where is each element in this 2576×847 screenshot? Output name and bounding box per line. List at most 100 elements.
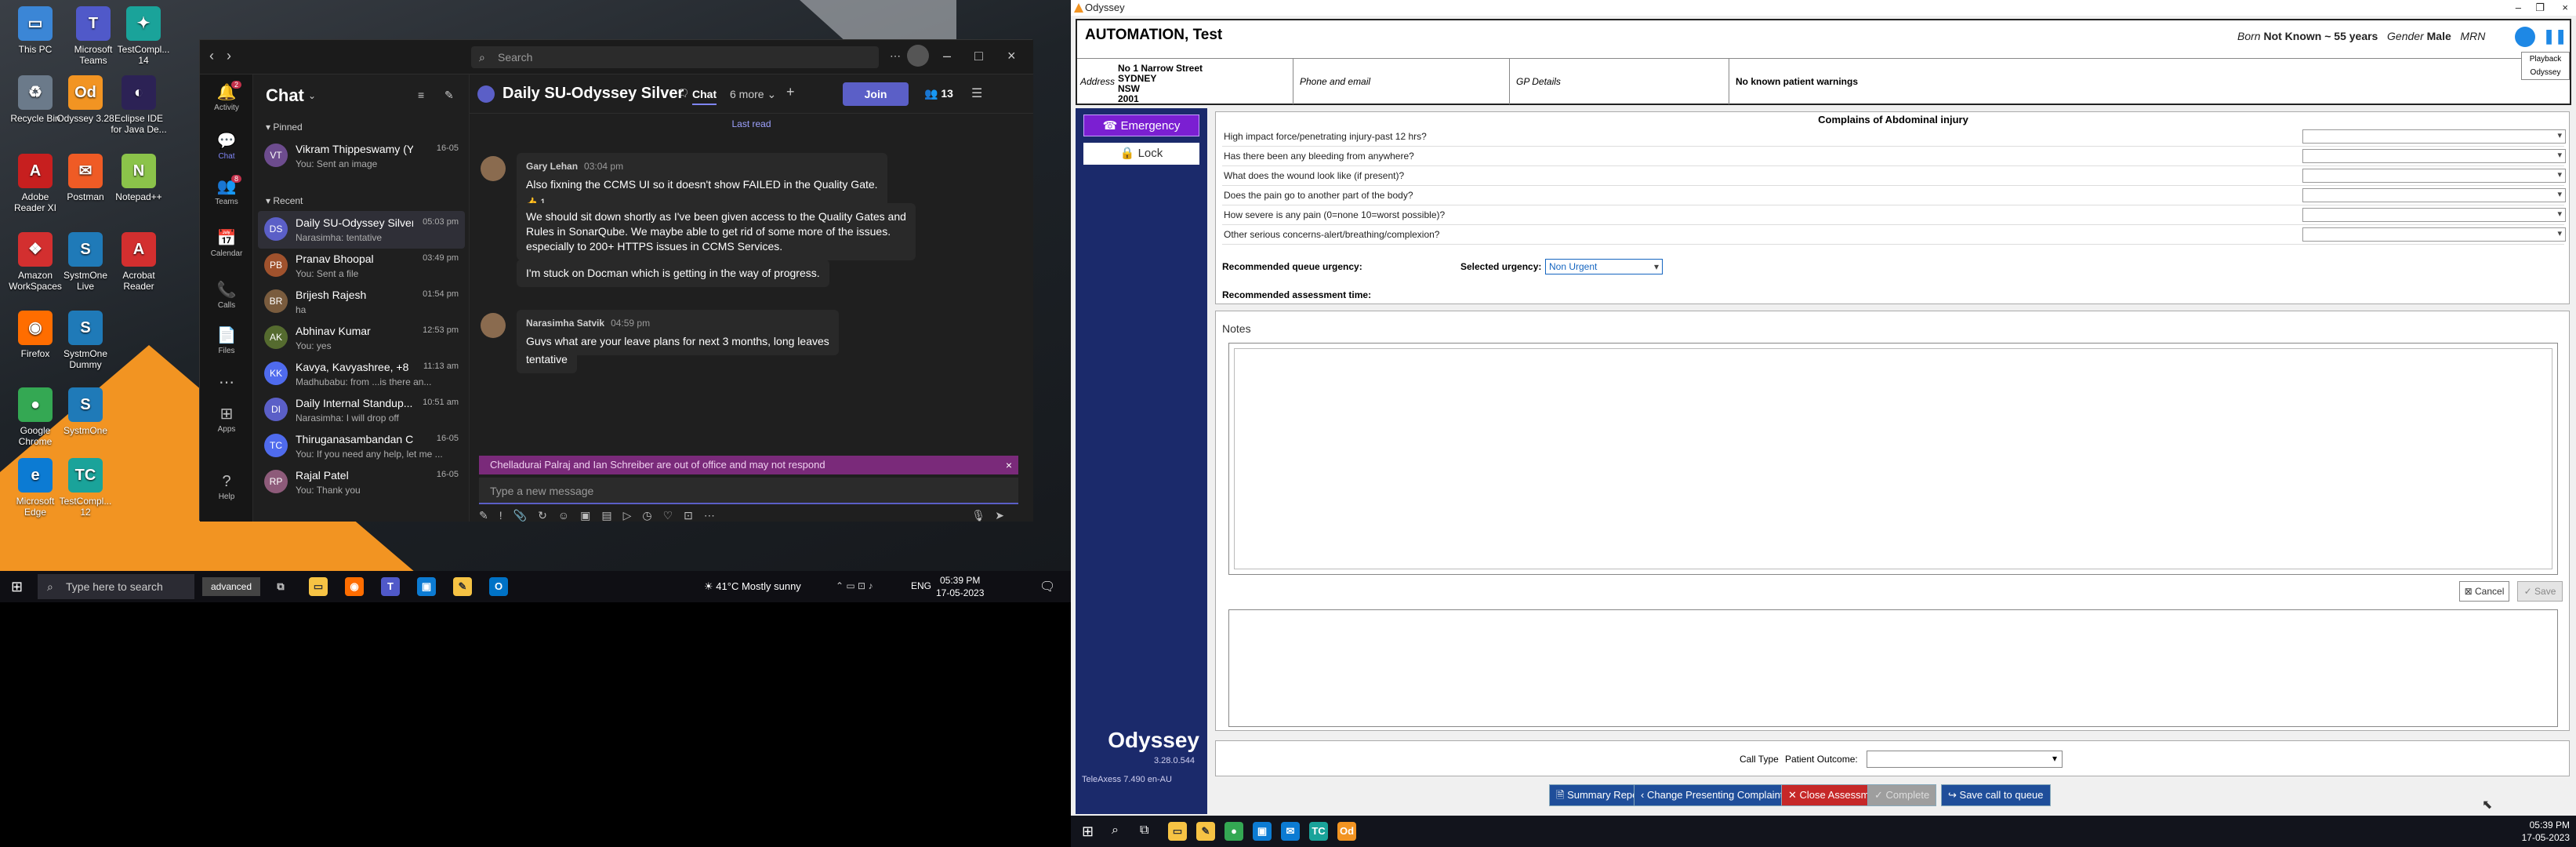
desktop-icon[interactable]: A Acrobat Reader <box>110 232 168 292</box>
cancel-button[interactable]: ⊠ Cancel <box>2459 581 2509 602</box>
language-indicator[interactable]: ENG <box>911 580 931 591</box>
filter-icon[interactable]: ≡ <box>418 89 424 101</box>
task-view-icon[interactable]: ⧉ <box>271 577 290 596</box>
minimize-icon[interactable]: – <box>2516 0 2521 16</box>
taskbar-search-input[interactable]: ⌕ Type here to search <box>38 574 194 599</box>
patient-outcome-dropdown[interactable] <box>1867 751 2063 768</box>
pinned-heading[interactable]: ▾ Pinned <box>266 122 303 133</box>
chat-list-item[interactable]: PB Pranav Bhoopal You: Sent a file 03:49 pm <box>258 247 465 285</box>
task-view-icon[interactable]: ⧉ <box>1140 823 1148 838</box>
chat-list-item[interactable]: AK Abhinav Kumar You: yes 12:53 pm <box>258 319 465 357</box>
desktop-icon[interactable]: S SystmOne <box>56 387 114 436</box>
new-chat-icon[interactable]: ✎ <box>444 89 454 102</box>
save-button[interactable]: ✓ Save <box>2517 581 2563 602</box>
change-complaint-button[interactable]: ‹ Change Presenting Complaint <box>1634 784 1791 806</box>
rail-item[interactable]: 📄 Files <box>200 325 253 355</box>
rail-item[interactable]: 📞 Calls <box>200 280 253 310</box>
desktop-icon[interactable]: ♻ Recycle Bin <box>6 75 64 124</box>
notification-icon[interactable]: 🗨 <box>1039 579 1055 594</box>
notes-app-icon[interactable]: ✎ <box>1196 822 1215 841</box>
weather-widget[interactable]: ☀ 41°C Mostly sunny <box>704 580 801 593</box>
chevron-down-icon[interactable]: ⌄ <box>308 90 316 101</box>
chat-list-item[interactable]: RP Rajal Patel You: Thank you 16-05 <box>258 463 465 501</box>
taskbar-clock[interactable]: 05:39 PM 17-05-2023 <box>2522 819 2570 844</box>
chat-list-item[interactable]: KK Kavya, Kavyashree, +8 Madhubabu: from .… <box>258 355 465 393</box>
forward-icon[interactable]: › <box>227 48 231 64</box>
desktop-icon[interactable]: e Microsoft Edge <box>6 458 64 518</box>
complete-button[interactable]: ✓ Complete <box>1867 784 1937 806</box>
teams-icon[interactable]: T <box>381 577 400 596</box>
rail-item[interactable]: 📅 Calendar <box>200 228 253 258</box>
emergency-button[interactable]: ☎ Emergency <box>1083 115 1199 136</box>
close-icon[interactable]: × <box>1007 48 1016 64</box>
outlook-icon[interactable]: O <box>489 577 508 596</box>
gif-icon[interactable]: ▣ <box>580 509 590 522</box>
advanced-widget[interactable]: advanced <box>202 577 260 596</box>
app-icon[interactable]: ▣ <box>1253 822 1272 841</box>
recent-heading[interactable]: ▾ Recent <box>266 195 303 206</box>
add-tab-icon[interactable]: + <box>786 84 795 100</box>
notes-history[interactable] <box>1228 609 2558 727</box>
message-compose-box[interactable]: Type a new message <box>479 478 1018 504</box>
desktop-icon[interactable]: ▭ This PC <box>6 6 64 55</box>
recording-icon[interactable] <box>2515 27 2535 47</box>
mail-icon[interactable]: ✉ <box>1281 822 1300 841</box>
rail-item[interactable]: 🔔 Activity 2 <box>200 81 253 112</box>
search-icon[interactable]: ⌕ <box>1112 823 1119 838</box>
list-icon[interactable]: ☰ <box>971 85 982 101</box>
answer-dropdown[interactable] <box>2302 188 2566 202</box>
testcomplete-icon[interactable]: TC <box>1309 822 1328 841</box>
more-icon[interactable]: ⋯ <box>704 509 715 522</box>
desktop-icon[interactable]: S SystmOne Live <box>56 232 114 292</box>
answer-dropdown[interactable] <box>2302 169 2566 183</box>
answer-dropdown[interactable] <box>2302 149 2566 163</box>
chrome-icon[interactable]: ● <box>1225 822 1243 841</box>
chat-list-item[interactable]: VT Vikram Thippeswamy (Yo... You: Sent an … <box>258 137 465 175</box>
desktop-icon[interactable]: N Notepad++ <box>110 154 168 202</box>
desktop-icon[interactable]: ✉ Postman <box>56 154 114 202</box>
close-icon[interactable]: × <box>1006 456 1012 474</box>
desktop-icon[interactable]: Od Odyssey 3.28 <box>56 75 114 124</box>
rail-item[interactable]: 👥 Teams 8 <box>200 175 253 206</box>
more-options-icon[interactable]: ⋯ <box>890 49 901 63</box>
rail-item[interactable]: ⋯ <box>200 373 253 394</box>
participants-button[interactable]: 👥 13 <box>924 87 953 100</box>
avatar[interactable] <box>907 45 929 67</box>
lock-button[interactable]: 🔒 Lock <box>1083 143 1199 165</box>
desktop-icon[interactable]: TC TestCompl... 12 <box>56 458 114 518</box>
desktop-icon[interactable]: A Adobe Reader XI <box>6 154 64 213</box>
odyssey-taskbar-icon[interactable]: Od <box>1337 822 1356 841</box>
desktop-icon[interactable]: S SystmOne Dummy <box>56 311 114 370</box>
desktop-icon[interactable]: ❖ Amazon WorkSpaces <box>6 232 64 292</box>
join-button[interactable]: Join <box>843 82 909 106</box>
answer-dropdown[interactable] <box>2302 208 2566 222</box>
praise-icon[interactable]: ♡ <box>663 509 673 522</box>
desktop-icon[interactable]: ● Google Chrome <box>6 387 64 447</box>
minimize-icon[interactable]: – <box>943 48 951 64</box>
chat-list-item[interactable]: DI Daily Internal Standup... Narasimha: I … <box>258 391 465 429</box>
attach-icon[interactable]: 📎 <box>513 509 527 522</box>
app-icon[interactable]: ▣ <box>417 577 436 596</box>
pause-icon[interactable]: ❚❚ <box>2543 28 2567 45</box>
sticker-icon[interactable]: ▤ <box>601 509 611 522</box>
send-icon[interactable]: ➤ <box>995 509 1004 522</box>
file-explorer-icon[interactable]: ▭ <box>309 577 328 596</box>
answer-dropdown[interactable] <box>2302 227 2566 242</box>
desktop-icon[interactable]: ✦ TestCompl... 14 <box>114 6 172 66</box>
loop-icon[interactable]: ↻ <box>538 509 547 522</box>
rail-item[interactable]: ? Help <box>200 473 253 501</box>
desktop-icon[interactable]: T Microsoft Teams <box>64 6 122 66</box>
chat-list-item[interactable]: TC Thiruganasambandan Ch... You: If you ne… <box>258 427 465 465</box>
save-to-queue-button[interactable]: ↪ Save call to queue <box>1941 784 2051 806</box>
chat-list-item[interactable]: BR Brijesh Rajesh ha 01:54 pm <box>258 283 465 321</box>
dictate-icon[interactable]: 🎙 <box>971 509 985 522</box>
teams-search-input[interactable]: ⌕ Search <box>471 46 879 68</box>
firefox-icon[interactable]: ◉ <box>345 577 364 596</box>
notes-textarea[interactable] <box>1228 343 2558 575</box>
schedule-icon[interactable]: ◷ <box>642 509 651 522</box>
maximize-icon[interactable]: □ <box>974 48 983 64</box>
tab-chat[interactable]: Chat <box>692 88 717 105</box>
format-icon[interactable]: ✎ <box>479 509 488 522</box>
close-icon[interactable]: × <box>2562 0 2568 16</box>
tab-more[interactable]: 6 more ⌄ <box>730 88 776 101</box>
